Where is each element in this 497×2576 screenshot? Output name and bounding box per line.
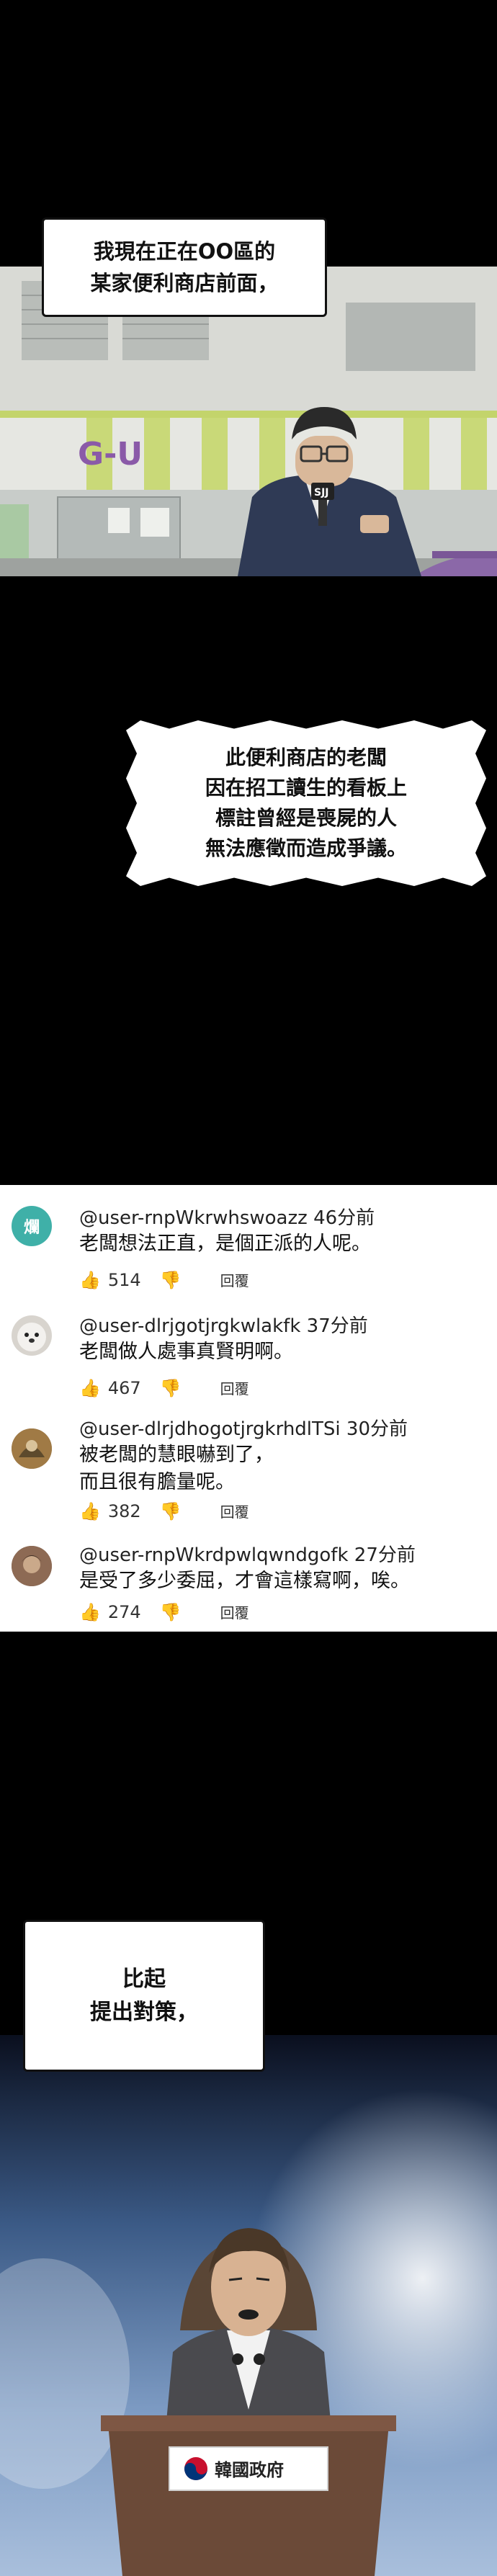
avatar[interactable]: 爛 [12,1206,52,1246]
comment-section: 爛 @user-rnpWkrwhswoazz 46分前 老闆想法正直，是個正派的… [0,1185,497,1632]
burst-line-3: 標註曾經是喪屍的人 [215,806,397,830]
thumbs-up-icon[interactable]: 👍 [79,1501,101,1521]
podium-scene-panel: 韓國政府 [0,2035,497,2576]
bubble-top-line-1: 我現在正在OO區的 [93,239,276,264]
mic-label: SJJ [314,487,329,498]
government-logo-icon [184,2457,207,2480]
comment-line: 而且很有膽量呢。 [79,1471,235,1493]
reply-button[interactable]: 回覆 [220,1501,249,1521]
comment-text: 老闆想法正直，是個正派的人呢。 [79,1230,371,1258]
speech-bubble-burst: 此便利商店的老闆 因在招工讀生的看板上 標註曾經是喪屍的人 無法應徵而造成爭議。 [126,720,486,886]
comment-username[interactable]: @user-dlrjgotjrgkwlakfk 37分前 [79,1311,368,1338]
username-text: @user-rnpWkrwhswoazz [79,1207,308,1229]
like-count: 514 [107,1269,141,1290]
burst-line-1: 此便利商店的老闆 [225,746,387,769]
comment-item: @user-rnpWkrdpwlqwndgofk 27分前 是受了多少委屈，才會… [0,1540,497,1634]
comment-line: 老闆做人處事真賢明啊。 [79,1341,293,1363]
comment-item: @user-dlrjdhogotjrgkrhdlTSi 30分前 被老闆的慧眼嚇… [0,1414,497,1529]
username-text: @user-dlrjgotjrgkwlakfk [79,1315,301,1337]
comment-text: 老闆做人處事真賢明啊。 [79,1338,293,1366]
username-text: @user-dlrjdhogotjrgkrhdlTSi [79,1418,341,1440]
speech-bubble-panel2: 比起 提出對策， [23,1920,265,2072]
reply-button[interactable]: 回覆 [220,1601,249,1622]
avatar[interactable] [12,1428,52,1469]
speech-bubble-top: 我現在正在OO區的 某家便利商店前面， [42,218,327,317]
comment-username[interactable]: @user-rnpWkrdpwlqwndgofk 27分前 [79,1540,416,1567]
podium-scene-illustration: 韓國政府 [0,2035,497,2576]
thumbs-up-icon[interactable]: 👍 [79,1270,101,1290]
comment-item: 爛 @user-rnpWkrwhswoazz 46分前 老闆想法正直，是個正派的… [0,1203,497,1304]
thumbs-down-icon[interactable]: 👎 [160,1501,182,1521]
comment-item: @user-dlrjgotjrgkwlakfk 37分前 老闆做人處事真賢明啊。… [0,1311,497,1412]
comment-text: 是受了多少委屈，才會這樣寫啊，唉。 [79,1567,410,1595]
comment-time: 46分前 [313,1207,375,1229]
comment-line: 被老闆的慧眼嚇到了， [79,1444,274,1466]
thumbs-up-icon[interactable]: 👍 [79,1378,101,1398]
like-count: 467 [107,1377,141,1398]
avatar-text: 爛 [23,1219,40,1237]
thumbs-down-icon[interactable]: 👎 [160,1602,182,1622]
like-count: 382 [107,1501,141,1521]
comment-time: 37分前 [306,1315,368,1337]
reply-button[interactable]: 回覆 [220,1377,249,1398]
avatar[interactable] [12,1546,52,1586]
comment-time: 30分前 [346,1418,408,1440]
comment-time: 27分前 [354,1544,416,1566]
bubble-panel2-line-2: 提出對策， [90,1999,198,2025]
bubble-panel2-line-1: 比起 [122,1966,166,1992]
like-count: 274 [107,1601,141,1622]
burst-line-4: 無法應徵而造成爭議。 [205,836,407,860]
thumbs-down-icon[interactable]: 👎 [160,1378,182,1398]
comment-line: 老闆想法正直，是個正派的人呢。 [79,1233,371,1255]
avatar[interactable] [12,1315,52,1356]
comment-line: 是受了多少委屈，才會這樣寫啊，唉。 [79,1570,410,1592]
comment-username[interactable]: @user-dlrjdhogotjrgkrhdlTSi 30分前 [79,1414,408,1441]
thumbs-up-icon[interactable]: 👍 [79,1602,101,1622]
comment-username[interactable]: @user-rnpWkrwhswoazz 46分前 [79,1203,375,1230]
reply-button[interactable]: 回覆 [220,1269,249,1290]
thumbs-down-icon[interactable]: 👎 [160,1270,182,1290]
podium-label: 韓國政府 [215,2460,284,2480]
burst-line-2: 因在招工讀生的看板上 [205,776,407,800]
store-sign-text: G-U [78,436,143,473]
comment-text: 被老闆的慧眼嚇到了， 而且很有膽量呢。 [79,1441,274,1496]
username-text: @user-rnpWkrdpwlqwndgofk [79,1544,349,1566]
bubble-top-line-2: 某家便利商店前面， [90,271,279,295]
